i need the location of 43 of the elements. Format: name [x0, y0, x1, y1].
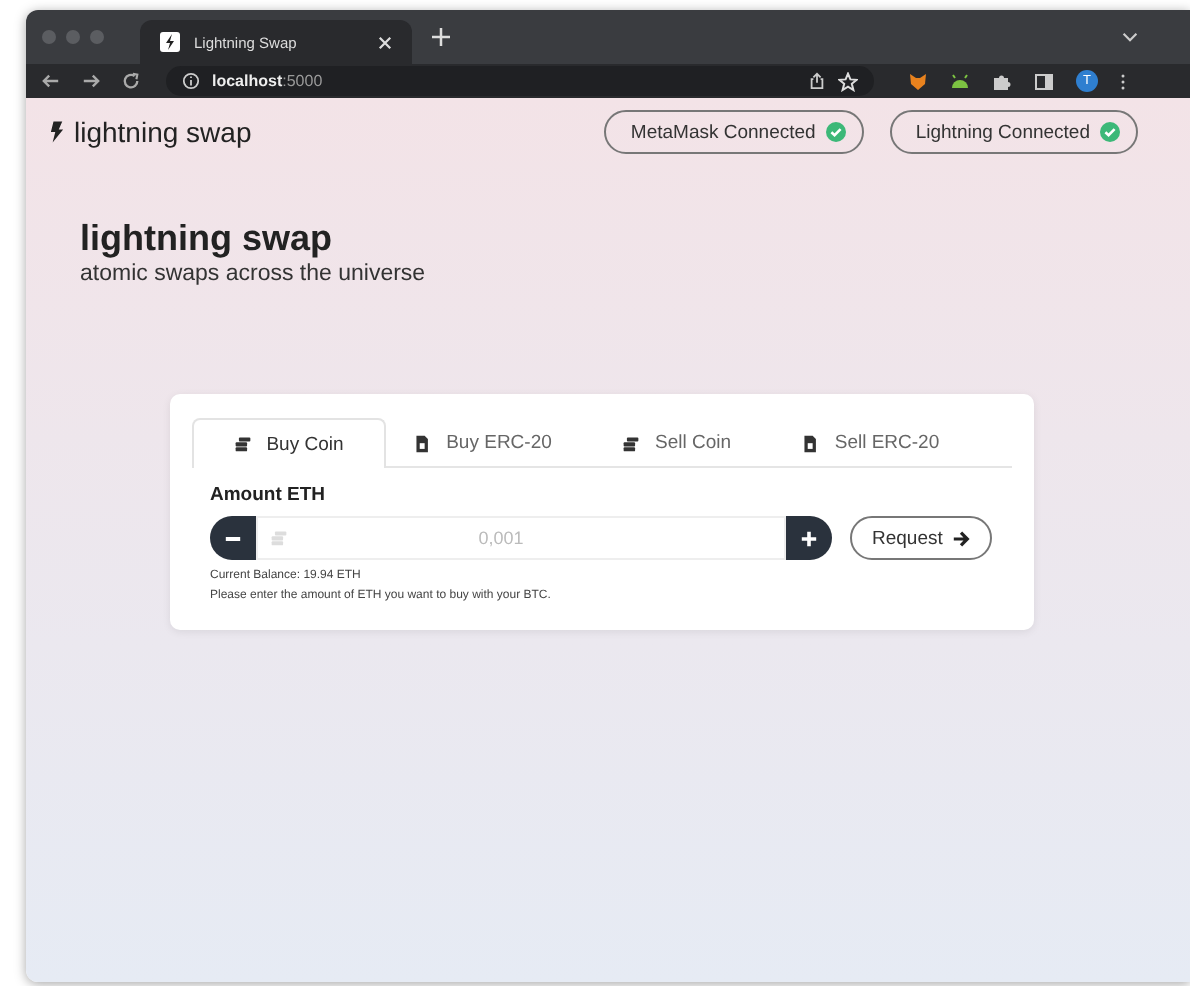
status-label: Lightning Connected: [915, 121, 1090, 143]
field-label: Amount ETH: [210, 484, 328, 506]
tab[interactable]: Sell ERC-20: [774, 418, 968, 466]
document-icon: [414, 433, 433, 453]
info-icon: [182, 72, 200, 90]
request-button[interactable]: Request: [850, 516, 993, 560]
amount-field[interactable]: 0,001: [256, 516, 786, 560]
window-control-dot[interactable]: [42, 30, 56, 44]
tab[interactable]: Buy ERC-20: [386, 418, 580, 466]
tab[interactable]: Sell Coin: [580, 418, 774, 466]
hero-title: lightning swap: [80, 218, 334, 260]
window-control-dot[interactable]: [90, 30, 104, 44]
back-icon[interactable]: [42, 72, 60, 90]
share-icon[interactable]: [808, 72, 826, 90]
forward-icon[interactable]: [82, 72, 100, 90]
side-panel-icon[interactable]: [1034, 71, 1054, 91]
document-icon: [802, 433, 821, 453]
reload-icon[interactable]: [122, 72, 140, 90]
new-tab-icon[interactable]: [432, 28, 450, 46]
status-pill[interactable]: Lightning Connected: [889, 110, 1138, 154]
lightning-icon: [160, 32, 180, 52]
close-icon[interactable]: [378, 35, 392, 49]
robot-extension-icon[interactable]: [950, 71, 970, 91]
minus-button[interactable]: [210, 516, 256, 560]
plus-icon: [800, 529, 818, 547]
status-label: MetaMask Connected: [630, 121, 816, 143]
coins-icon: [622, 433, 641, 453]
lightning-icon: [50, 120, 64, 144]
url-text: localhost:5000: [212, 72, 323, 90]
hero-subtitle: atomic swaps across the universe: [80, 262, 428, 286]
coins-icon: [234, 434, 253, 454]
tab[interactable]: Buy Coin: [192, 418, 386, 468]
window-control-dot[interactable]: [66, 30, 80, 44]
puzzle-icon[interactable]: [992, 71, 1012, 91]
status-pill[interactable]: MetaMask Connected: [604, 110, 864, 154]
star-icon[interactable]: [838, 71, 858, 91]
plus-button[interactable]: [786, 516, 832, 560]
brand-name[interactable]: lightning swap: [74, 116, 252, 148]
arrow-right-icon: [952, 529, 971, 547]
chevron-down-icon[interactable]: [1122, 32, 1138, 42]
address-bar[interactable]: localhost:5000: [166, 66, 874, 96]
more-icon[interactable]: [1120, 71, 1126, 91]
fox-extension-icon[interactable]: [908, 71, 928, 91]
